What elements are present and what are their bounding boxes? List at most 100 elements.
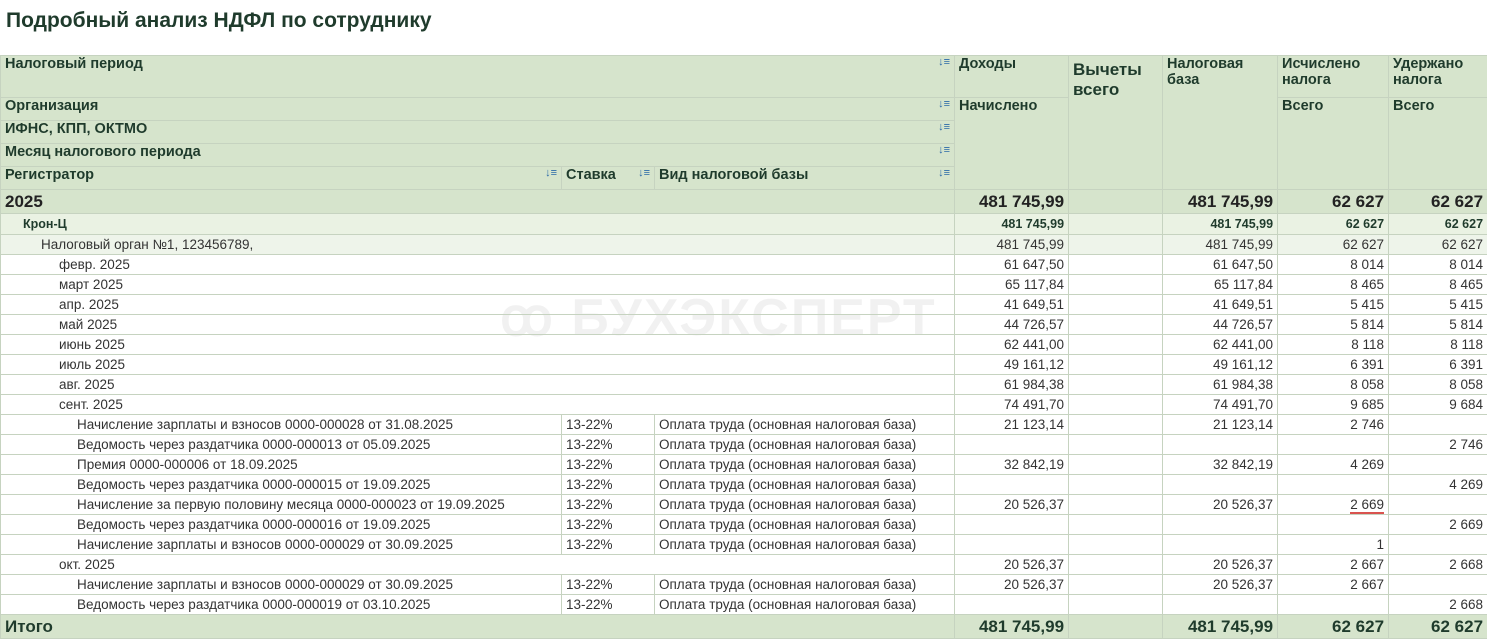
tax-base-cell: 61 984,38 (1162, 374, 1279, 395)
table-row-month[interactable]: апр. 2025 41 649,51 41 649,51 5 415 5 415 (0, 294, 1487, 315)
row-label: Крон-Ц (0, 213, 956, 235)
report-table: ↓≡ Налоговый период Доходы Вычеты всего Н… (0, 55, 1487, 639)
table-row-doc[interactable]: Ведомость через раздатчика 0000-000019 о… (0, 594, 1487, 615)
header-ifns[interactable]: ↓≡ ИФНС, КПП, ОКТМО (0, 120, 956, 144)
calculated-cell: 2 746 (1277, 414, 1390, 435)
table-row-doc[interactable]: Начисление за первую половину месяца 000… (0, 494, 1487, 515)
header-rate[interactable]: ↓≡ Ставка (561, 166, 655, 190)
tax-base-cell: 49 161,12 (1162, 354, 1279, 375)
calculated-cell (1277, 434, 1390, 455)
income-cell: 74 491,70 (954, 394, 1070, 415)
sort-icon[interactable]: ↓≡ (938, 99, 950, 111)
base-kind-cell: Оплата труда (основная налоговая база) (653, 434, 956, 455)
calculated-cell: 2 667 (1277, 574, 1390, 595)
table-row-month[interactable]: февр. 2025 61 647,50 61 647,50 8 014 8 014 (0, 254, 1487, 275)
withheld-cell (1388, 414, 1487, 435)
deductions-cell (1068, 614, 1164, 639)
tax-base-cell (1162, 474, 1279, 495)
tax-base-cell: 62 441,00 (1162, 334, 1279, 355)
table-row-month[interactable]: июль 2025 49 161,12 49 161,12 6 391 6 391 (0, 354, 1487, 375)
income-cell (954, 474, 1070, 495)
tax-base-cell: 61 647,50 (1162, 254, 1279, 275)
income-cell: 481 745,99 (954, 614, 1070, 639)
deductions-cell (1068, 374, 1164, 395)
table-row-doc[interactable]: Ведомость через раздатчика 0000-000015 о… (0, 474, 1487, 495)
header-calculated: Исчислено налога (1277, 55, 1390, 98)
sort-icon[interactable]: ↓≡ (938, 122, 950, 134)
registrar-cell: Премия 0000-000006 от 18.09.2025 (0, 454, 562, 475)
table-row-doc[interactable]: Начисление зарплаты и взносов 0000-00002… (0, 414, 1487, 435)
income-cell: 20 526,37 (954, 554, 1070, 575)
tax-base-cell: 20 526,37 (1162, 554, 1279, 575)
header-tax-period[interactable]: ↓≡ Налоговый период (0, 55, 956, 98)
table-row-year[interactable]: 2025 481 745,99 481 745,99 62 627 62 627 (0, 189, 1487, 214)
base-kind-cell: Оплата труда (основная налоговая база) (653, 574, 956, 595)
calculated-cell: 62 627 (1277, 213, 1390, 235)
table-row-month[interactable]: июнь 2025 62 441,00 62 441,00 8 118 8 118 (0, 334, 1487, 355)
base-kind-cell: Оплата труда (основная налоговая база) (653, 414, 956, 435)
table-row-org[interactable]: Крон-Ц 481 745,99 481 745,99 62 627 62 627 (0, 213, 1487, 235)
calculated-cell: 62 627 (1277, 189, 1390, 214)
tax-base-cell: 20 526,37 (1162, 494, 1279, 515)
tax-base-cell: 481 745,99 (1162, 189, 1279, 214)
table-row-total[interactable]: Итого 481 745,99 481 745,99 62 627 62 627 (0, 614, 1487, 639)
tax-base-cell (1162, 594, 1279, 615)
sort-icon[interactable]: ↓≡ (638, 168, 650, 180)
deductions-cell (1068, 594, 1164, 615)
calculated-cell: 9 685 (1277, 394, 1390, 415)
base-kind-cell: Оплата труда (основная налоговая база) (653, 474, 956, 495)
registrar-cell: Ведомость через раздатчика 0000-000013 о… (0, 434, 562, 455)
base-kind-cell: Оплата труда (основная налоговая база) (653, 594, 956, 615)
withheld-cell: 62 627 (1388, 234, 1487, 255)
calculated-cell (1277, 474, 1390, 495)
rate-cell: 13-22% (561, 434, 655, 455)
deductions-cell (1068, 434, 1164, 455)
deductions-cell (1068, 189, 1164, 214)
deductions-cell (1068, 213, 1164, 235)
base-kind-cell: Оплата труда (основная налоговая база) (653, 454, 956, 475)
registrar-cell: Начисление зарплаты и взносов 0000-00002… (0, 414, 562, 435)
header-income: Доходы (954, 55, 1070, 98)
calculated-cell: 8 058 (1277, 374, 1390, 395)
tax-base-cell: 65 117,84 (1162, 274, 1279, 295)
registrar-cell: Ведомость через раздатчика 0000-000016 о… (0, 514, 562, 535)
deductions-cell (1068, 354, 1164, 375)
header-month[interactable]: ↓≡ Месяц налогового периода (0, 143, 956, 167)
income-cell: 61 984,38 (954, 374, 1070, 395)
withheld-cell: 8 014 (1388, 254, 1487, 275)
row-label: апр. 2025 (0, 294, 956, 315)
deductions-cell (1068, 394, 1164, 415)
table-row-doc[interactable]: Начисление зарплаты и взносов 0000-00002… (0, 574, 1487, 595)
row-label: Налоговый орган №1, 123456789, (0, 234, 956, 255)
sort-icon[interactable]: ↓≡ (938, 168, 950, 180)
deductions-cell (1068, 514, 1164, 535)
income-cell: 41 649,51 (954, 294, 1070, 315)
header-income-accrued: Начислено (954, 97, 1070, 190)
header-organization[interactable]: ↓≡ Организация (0, 97, 956, 121)
table-row-month[interactable]: сент. 2025 74 491,70 74 491,70 9 685 9 684 (0, 394, 1487, 415)
header-base-kind[interactable]: ↓≡ Вид налоговой базы (653, 166, 956, 190)
withheld-cell: 2 668 (1388, 594, 1487, 615)
table-row-doc[interactable]: Премия 0000-000006 от 18.09.2025 13-22% Оп… (0, 454, 1487, 475)
withheld-cell: 8 118 (1388, 334, 1487, 355)
income-cell: 481 745,99 (954, 189, 1070, 214)
table-row-doc[interactable]: Ведомость через раздатчика 0000-000016 о… (0, 514, 1487, 535)
withheld-cell: 4 269 (1388, 474, 1487, 495)
calculated-cell: 62 627 (1277, 234, 1390, 255)
table-row-month[interactable]: май 2025 44 726,57 44 726,57 5 814 5 814 (0, 314, 1487, 335)
row-label: Итого (0, 614, 956, 639)
sort-icon[interactable]: ↓≡ (938, 145, 950, 157)
table-row-month[interactable]: март 2025 65 117,84 65 117,84 8 465 8 465 (0, 274, 1487, 295)
table-row-month[interactable]: авг. 2025 61 984,38 61 984,38 8 058 8 058 (0, 374, 1487, 395)
sort-icon[interactable]: ↓≡ (545, 168, 557, 180)
table-row-ifns[interactable]: Налоговый орган №1, 123456789, 481 745,99… (0, 234, 1487, 255)
table-row-doc[interactable]: Начисление зарплаты и взносов 0000-00002… (0, 534, 1487, 555)
page-title: Подробный анализ НДФЛ по сотруднику (6, 9, 432, 32)
header-registrar[interactable]: ↓≡ Регистратор (0, 166, 562, 190)
table-row-doc[interactable]: Ведомость через раздатчика 0000-000013 о… (0, 434, 1487, 455)
tax-base-cell: 481 745,99 (1162, 614, 1279, 639)
calculated-cell (1277, 594, 1390, 615)
table-row-month[interactable]: окт. 2025 20 526,37 20 526,37 2 667 2 668 (0, 554, 1487, 575)
sort-icon[interactable]: ↓≡ (938, 57, 950, 69)
calculated-cell: 5 814 (1277, 314, 1390, 335)
